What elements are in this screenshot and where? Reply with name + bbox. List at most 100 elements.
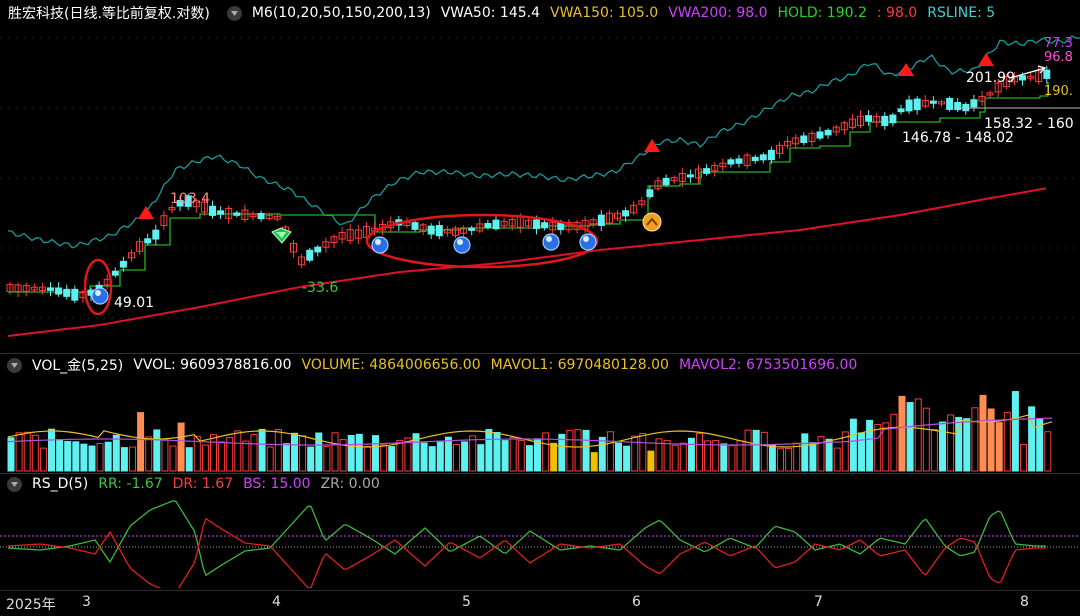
volume-bar <box>7 437 15 472</box>
volume-bar <box>137 412 145 472</box>
volume-bar <box>218 441 226 472</box>
red-triangle-marker <box>138 206 154 219</box>
volume-bar <box>598 436 606 472</box>
range-top-label: 201.99 <box>966 70 1015 86</box>
candle-body <box>929 100 937 104</box>
candle-body <box>492 219 500 230</box>
candle-body <box>119 260 127 268</box>
volume-bar <box>39 447 47 472</box>
volume-bar <box>979 394 987 472</box>
volume-bar <box>185 447 193 472</box>
candle-body <box>152 229 160 240</box>
candle-body <box>233 212 241 216</box>
volume-bar <box>331 432 339 472</box>
range-label-2: 146.78 - 148.02 <box>902 130 1014 146</box>
volume-bar <box>898 395 906 472</box>
volume-chart[interactable] <box>0 377 1080 473</box>
volume-bar <box>971 407 979 472</box>
volume-bar <box>793 442 801 472</box>
volume-bar <box>315 432 323 472</box>
volume-bar <box>120 447 128 472</box>
month-label-5: 5 <box>462 594 471 610</box>
volume-bar <box>129 446 136 472</box>
volume-bar <box>939 421 946 472</box>
vvol-value: VVOL: 9609378816.00 <box>133 357 292 373</box>
volume-indicator-name[interactable]: VOL_金(5,25) <box>32 355 123 375</box>
candle-body <box>411 222 419 230</box>
month-label-6: 6 <box>632 594 641 610</box>
blue-ball-icon <box>453 236 471 254</box>
ball-highlight <box>95 290 101 296</box>
volume-bar <box>809 442 817 472</box>
candle-body <box>1019 75 1026 81</box>
candle-body <box>759 154 767 161</box>
candle-body <box>800 135 808 143</box>
candle-body <box>47 287 54 291</box>
candle-body <box>735 158 743 164</box>
volume-bar <box>679 442 687 472</box>
volume-bar <box>363 445 371 472</box>
vwa200-curve <box>7 187 1047 337</box>
up-arrow-badge-icon <box>642 212 662 232</box>
mavol2-value: MAVOL2: 6753501696.00 <box>678 357 858 373</box>
volume-bar <box>380 444 388 472</box>
volume-bar <box>112 434 120 472</box>
volume-bar <box>1036 419 1044 472</box>
mavol1-curve <box>7 414 1053 448</box>
candle-body <box>533 219 540 229</box>
volume-bar <box>48 428 55 472</box>
volume-bar <box>266 446 274 472</box>
candle-body <box>597 214 605 226</box>
volume-bar <box>299 435 307 472</box>
volume-bar <box>663 440 671 472</box>
candle-body <box>865 115 873 122</box>
right-axis-label-2: 96.8 <box>1044 50 1073 65</box>
volume-bar <box>987 408 995 472</box>
volume-bar <box>420 442 428 472</box>
volume-bar <box>388 446 396 472</box>
candle-body <box>913 98 921 111</box>
year-label: 2025年 <box>6 597 56 613</box>
month-label-8: 8 <box>1020 594 1029 610</box>
candle-body <box>897 108 905 113</box>
volume-bar <box>687 437 695 472</box>
volume-bar <box>906 402 914 472</box>
volume-bar <box>201 444 209 472</box>
volume-bar <box>858 432 865 472</box>
candle-body <box>824 129 832 136</box>
blue-ball-icon <box>579 233 597 251</box>
volume-bar <box>744 429 752 472</box>
rs-indicator-name[interactable]: RS_D(5) <box>32 476 88 492</box>
volume-bar <box>671 444 679 472</box>
volume-bar <box>704 440 712 472</box>
red-triangle-marker <box>644 139 660 152</box>
price-chart[interactable]: 103.4 -33.6 49.01 77.3 96.8 190. 201.99 … <box>0 0 1080 352</box>
volume-bar <box>817 436 825 472</box>
volume-bar <box>56 439 64 472</box>
candle-body <box>71 288 79 301</box>
volume-bar <box>396 439 404 472</box>
candle-body <box>306 249 314 261</box>
volume-bar <box>955 416 963 472</box>
ball-highlight <box>583 236 589 242</box>
volume-bar <box>258 428 266 472</box>
volume-bar <box>453 443 460 472</box>
volume-bar <box>428 446 436 472</box>
blue-ball-icon <box>371 236 389 254</box>
candle-body <box>144 238 152 244</box>
volume-bar <box>849 418 857 472</box>
candle-body <box>816 131 824 139</box>
rs-chart[interactable] <box>0 496 1080 588</box>
volume-bar <box>995 422 1003 472</box>
candle-body <box>686 174 694 178</box>
candle-body <box>111 270 119 276</box>
candle-body <box>55 287 63 295</box>
volume-toggle-icon[interactable] <box>7 357 22 373</box>
volume-bar <box>323 446 331 472</box>
bs-value: BS: 15.00 <box>243 476 311 492</box>
volume-bar <box>801 433 809 472</box>
volume-bar <box>23 431 31 472</box>
rs-toggle-icon[interactable] <box>7 476 22 492</box>
volume-bar <box>525 445 533 472</box>
candle-body <box>954 102 962 111</box>
